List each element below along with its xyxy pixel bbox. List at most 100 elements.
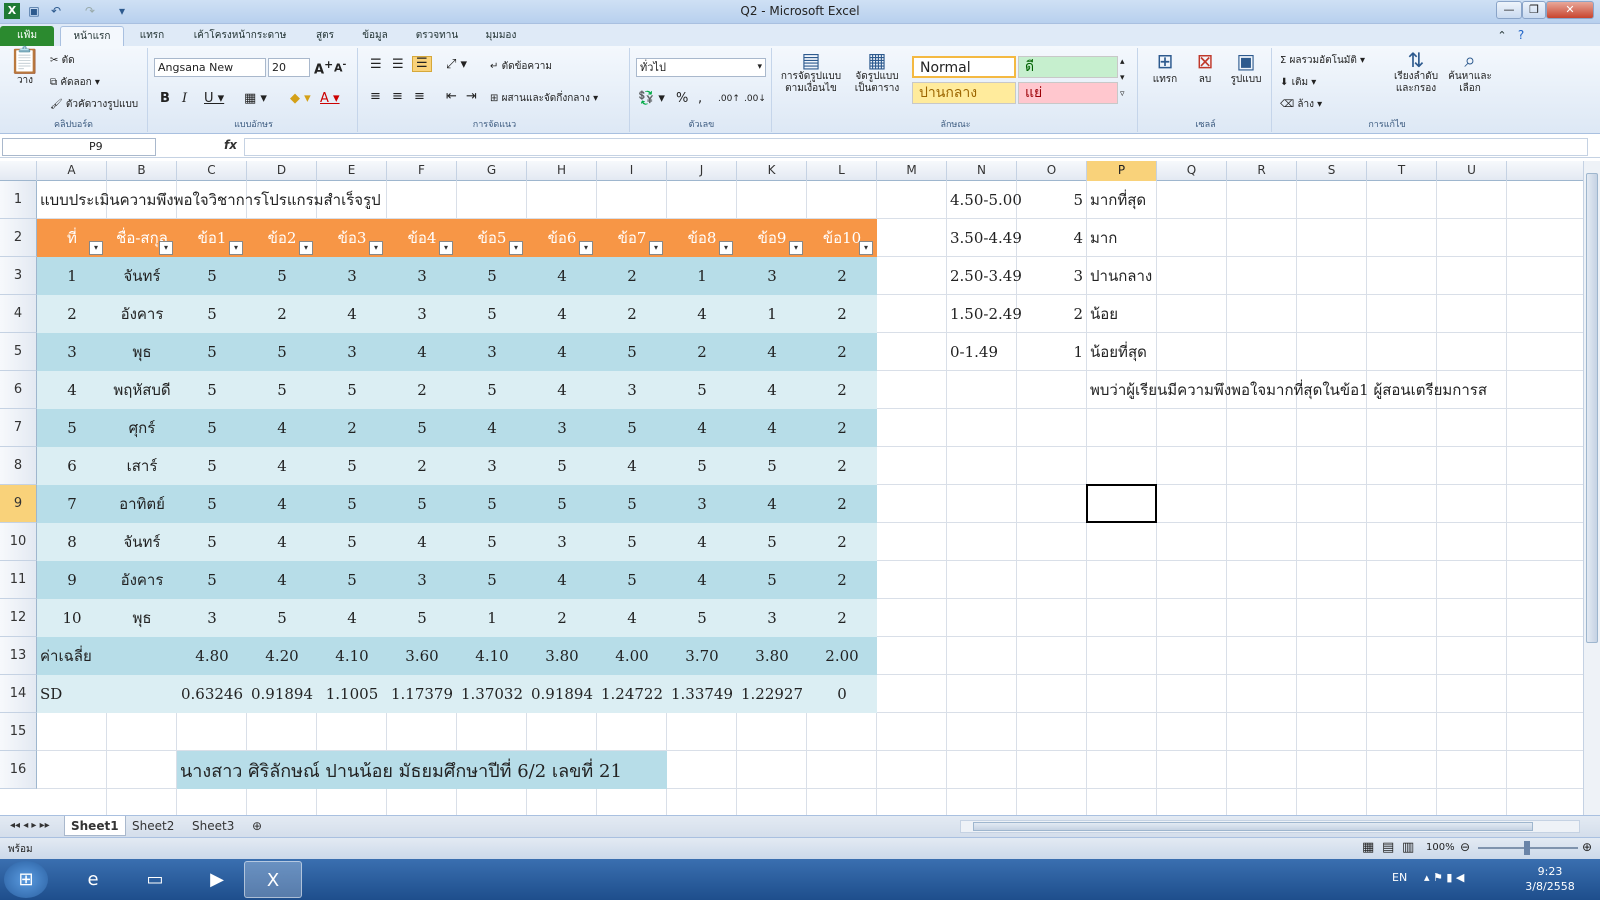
table-data-cell[interactable]: 4 — [317, 599, 387, 637]
tab-formulas[interactable]: สูตร — [306, 26, 344, 46]
table-data-cell[interactable]: พฤหัสบดี — [107, 371, 177, 409]
percent-icon[interactable]: % — [676, 92, 688, 106]
table-data-cell[interactable]: 4 — [667, 295, 737, 333]
insert-sheet-icon[interactable]: ⊕ — [246, 816, 268, 836]
scale-range-cell[interactable]: 4.50-5.00 — [947, 181, 1022, 219]
column-header-t[interactable]: T — [1367, 161, 1437, 181]
table-data-cell[interactable]: 3 — [737, 599, 807, 637]
table-data-cell[interactable]: 5 — [177, 371, 247, 409]
average-cell[interactable]: 4.00 — [597, 637, 667, 675]
table-data-cell[interactable]: 3 — [527, 523, 597, 561]
normal-view-icon[interactable]: ▦ — [1362, 840, 1374, 855]
table-data-cell[interactable]: 5 — [177, 485, 247, 523]
sd-cell[interactable]: 1.1005 — [317, 675, 387, 713]
table-data-cell[interactable]: 4 — [247, 447, 317, 485]
filter-dropdown-icon[interactable]: ▾ — [439, 241, 453, 255]
sheet-tab-2[interactable]: Sheet2 — [126, 816, 180, 836]
table-data-cell[interactable]: 2 — [667, 333, 737, 371]
scale-range-cell[interactable]: 0-1.49 — [947, 333, 1017, 371]
table-data-cell[interactable]: 4 — [527, 257, 597, 295]
table-data-cell[interactable]: 5 — [457, 485, 527, 523]
worksheet-grid[interactable]: แบบประเมินความพึงพอใจวิชาการโปรแกรมสำเร็… — [37, 181, 1583, 815]
scale-range-cell[interactable]: 1.50-2.49 — [947, 295, 1022, 333]
filter-dropdown-icon[interactable]: ▾ — [579, 241, 593, 255]
table-data-cell[interactable]: 4 — [527, 371, 597, 409]
row-header-16[interactable]: 16 — [0, 751, 37, 789]
average-cell[interactable]: 3.70 — [667, 637, 737, 675]
ribbon-minimize-icon[interactable]: ⌃ — [1494, 26, 1510, 46]
table-data-cell[interactable]: 5 — [317, 485, 387, 523]
font-size-select[interactable]: 20 — [268, 58, 310, 77]
row-header-13[interactable]: 13 — [0, 637, 37, 675]
insert-function-icon[interactable]: fx — [224, 138, 237, 152]
table-data-cell[interactable]: 3 — [177, 599, 247, 637]
start-button[interactable]: ⊞ — [4, 861, 48, 898]
clock-time[interactable]: 9:23 — [1520, 865, 1580, 878]
average-cell[interactable]: 4.80 — [177, 637, 247, 675]
shrink-font-icon[interactable]: A- — [334, 58, 346, 76]
sheet-tab-1[interactable]: Sheet1 — [64, 816, 126, 836]
row-header-10[interactable]: 10 — [0, 523, 37, 561]
table-data-cell[interactable]: 5 — [457, 523, 527, 561]
row-header-14[interactable]: 14 — [0, 675, 37, 713]
column-header-c[interactable]: C — [177, 161, 247, 181]
table-data-cell[interactable]: 8 — [37, 523, 107, 561]
tray-icons[interactable]: ▴ ⚑ ▮ ◀ — [1424, 871, 1464, 884]
comma-icon[interactable]: , — [698, 92, 702, 106]
table-data-cell[interactable]: 10 — [37, 599, 107, 637]
table-data-cell[interactable]: 2 — [807, 447, 877, 485]
table-data-cell[interactable]: 3 — [387, 295, 457, 333]
decrease-decimal-icon[interactable]: .00↓ — [744, 92, 766, 106]
table-data-cell[interactable]: 4 — [737, 333, 807, 371]
column-header-f[interactable]: F — [387, 161, 457, 181]
scale-score-cell[interactable]: 5 — [1017, 181, 1087, 219]
table-data-cell[interactable]: 2 — [597, 295, 667, 333]
horizontal-scrollbar[interactable] — [960, 820, 1580, 833]
table-data-cell[interactable]: 4 — [667, 523, 737, 561]
table-data-cell[interactable]: 4 — [247, 485, 317, 523]
conclusion-text[interactable]: พบว่าผู้เรียนมีความพึงพอใจมากที่สุดในข้อ… — [1087, 371, 1507, 409]
filter-dropdown-icon[interactable]: ▾ — [789, 241, 803, 255]
table-data-cell[interactable]: จันทร์ — [107, 257, 177, 295]
filter-dropdown-icon[interactable]: ▾ — [159, 241, 173, 255]
table-data-cell[interactable]: 5 — [457, 561, 527, 599]
tab-insert[interactable]: แทรก — [130, 26, 174, 46]
internet-explorer-icon[interactable]: e — [64, 861, 122, 898]
vertical-scroll-thumb[interactable] — [1586, 173, 1598, 643]
table-data-cell[interactable]: 5 — [177, 447, 247, 485]
table-data-cell[interactable]: 5 — [247, 371, 317, 409]
table-data-cell[interactable]: 4 — [387, 333, 457, 371]
column-header-u[interactable]: U — [1437, 161, 1507, 181]
sheet-nav-icon[interactable]: ◂◂ ◂ ▸ ▸▸ — [4, 816, 56, 836]
column-header-q[interactable]: Q — [1157, 161, 1227, 181]
zoom-slider-thumb[interactable] — [1524, 841, 1530, 855]
table-data-cell[interactable]: 4 — [457, 409, 527, 447]
average-cell[interactable]: 2.00 — [807, 637, 877, 675]
vertical-scrollbar[interactable] — [1583, 161, 1600, 815]
table-data-cell[interactable]: อังคาร — [107, 561, 177, 599]
table-data-cell[interactable]: 2 — [597, 257, 667, 295]
table-data-cell[interactable]: 5 — [667, 447, 737, 485]
table-data-cell[interactable]: 4 — [667, 561, 737, 599]
cut-button[interactable]: ✂ ตัด — [50, 54, 75, 68]
scale-score-cell[interactable]: 2 — [1017, 295, 1087, 333]
filter-dropdown-icon[interactable]: ▾ — [369, 241, 383, 255]
table-data-cell[interactable]: 1 — [37, 257, 107, 295]
tab-home[interactable]: หน้าแรก — [60, 26, 124, 46]
formula-input[interactable] — [244, 138, 1588, 156]
wrap-text-button[interactable]: ↵ ตัดข้อความ — [490, 60, 552, 74]
font-color-icon[interactable]: A ▾ — [320, 92, 340, 106]
increase-decimal-icon[interactable]: .00↑ — [718, 92, 740, 106]
table-data-cell[interactable]: 4 — [597, 599, 667, 637]
table-data-cell[interactable]: 5 — [457, 257, 527, 295]
currency-icon[interactable]: 💱 ▾ — [638, 92, 665, 106]
table-data-cell[interactable]: 1 — [667, 257, 737, 295]
language-indicator[interactable]: EN — [1392, 871, 1407, 884]
tab-data[interactable]: ข้อมูล — [350, 26, 400, 46]
media-player-icon[interactable]: ▶ — [188, 861, 246, 898]
table-data-cell[interactable]: 5 — [737, 523, 807, 561]
scale-score-cell[interactable]: 1 — [1017, 333, 1087, 371]
scale-meaning-cell[interactable]: มากที่สุด — [1087, 181, 1227, 219]
row-header-5[interactable]: 5 — [0, 333, 37, 371]
average-cell[interactable]: 4.10 — [317, 637, 387, 675]
